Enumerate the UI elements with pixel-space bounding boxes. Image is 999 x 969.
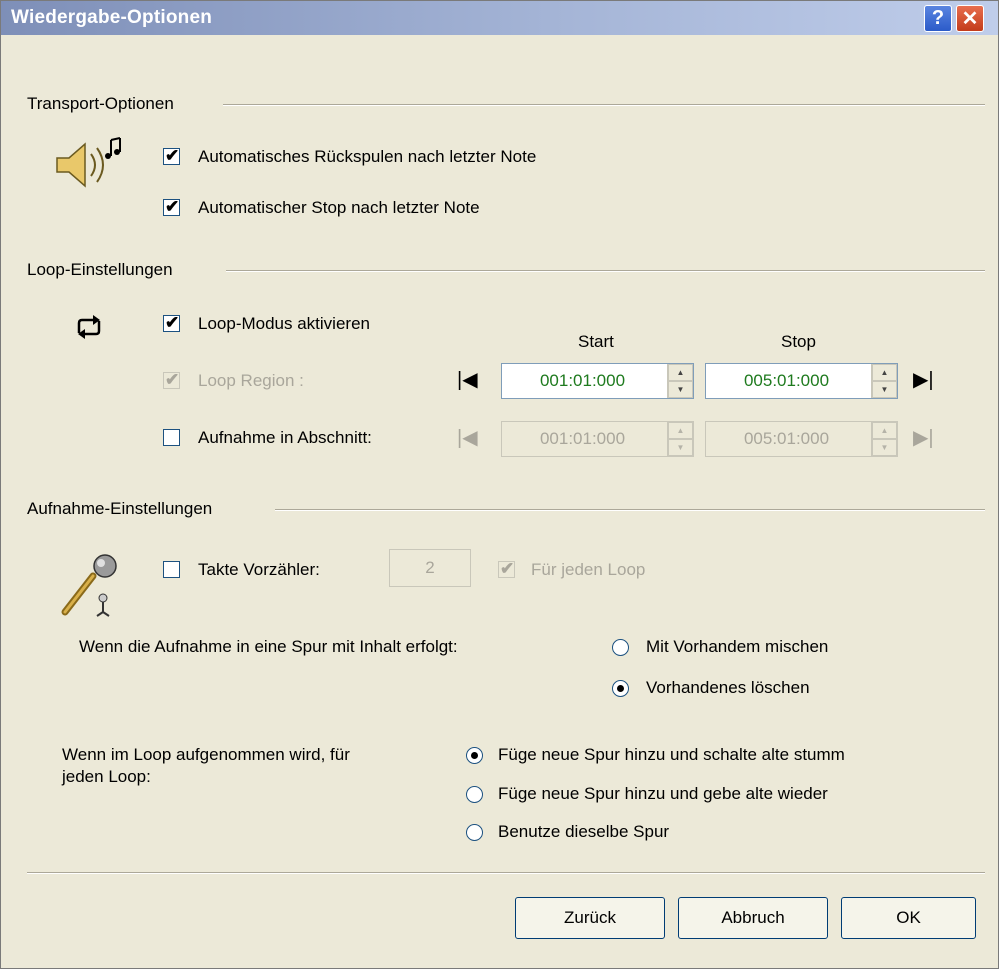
loop-region-start-field[interactable]: 001:01:000 ▲ ▼ (501, 363, 694, 399)
spin-down-icon: ▼ (668, 439, 693, 456)
spin-down-icon: ▼ (872, 439, 897, 456)
count-in-checkbox[interactable] (163, 561, 180, 578)
add-track-mute-radio[interactable] (466, 747, 483, 764)
auto-stop-checkbox[interactable]: ✔ (163, 197, 180, 216)
transport-separator (223, 104, 985, 106)
go-to-start-disabled-icon: |◀ (457, 427, 478, 449)
loop-mode-checkbox[interactable]: ✔ (163, 313, 180, 332)
radio-selected-dot (471, 752, 478, 759)
delete-existing-label: Vorhandenes löschen (646, 678, 810, 697)
cancel-button[interactable]: Abbruch (678, 897, 828, 939)
footer-separator (27, 872, 985, 874)
spin-down-icon[interactable]: ▼ (668, 381, 693, 398)
loop-separator (226, 270, 985, 272)
transport-section-label: Transport-Optionen (27, 94, 174, 113)
microphone-icon (61, 554, 117, 617)
checkmark-icon: ✔ (165, 146, 180, 165)
stop-header: Stop (781, 332, 816, 351)
content-question-label: Wenn die Aufnahme in eine Spur mit Inhal… (79, 637, 458, 656)
each-loop-checkbox: ✔ (498, 559, 515, 578)
add-track-play-radio[interactable] (466, 786, 483, 803)
title-bar[interactable]: Wiedergabe-Optionen ? ✕ (1, 1, 998, 35)
loop-question-line2: jeden Loop: (62, 767, 151, 786)
record-section-checkbox[interactable] (163, 429, 180, 446)
record-section-stop-value: 005:01:000 (743, 429, 830, 448)
merge-existing-label: Mit Vorhandem mischen (646, 637, 829, 656)
ok-button[interactable]: OK (841, 897, 976, 939)
loop-region-start-spinner[interactable]: ▲ ▼ (667, 364, 693, 398)
auto-rewind-checkbox[interactable]: ✔ (163, 146, 180, 165)
loop-section-label: Loop-Einstellungen (27, 260, 173, 279)
auto-stop-label: Automatischer Stop nach letzter Note (198, 198, 480, 217)
delete-existing-radio[interactable] (612, 680, 629, 697)
loop-region-start-value: 001:01:000 (539, 371, 626, 390)
cancel-button-label: Abbruch (721, 908, 785, 927)
back-button-label: Zurück (564, 908, 616, 927)
recording-separator (275, 509, 985, 511)
back-button[interactable]: Zurück (515, 897, 665, 939)
playback-options-dialog: Wiedergabe-Optionen ? ✕ Transport-Option… (0, 0, 999, 969)
help-icon: ? (931, 7, 945, 29)
add-track-play-label: Füge neue Spur hinzu und gebe alte wiede… (498, 784, 828, 803)
count-in-label: Takte Vorzähler: (198, 560, 320, 579)
go-to-end-icon[interactable]: ▶| (913, 367, 934, 392)
radio-selected-dot (617, 685, 624, 692)
same-track-label: Benutze dieselbe Spur (498, 822, 670, 841)
loop-region-checkbox: ✔ (163, 370, 180, 389)
auto-rewind-label: Automatisches Rückspulen nach letzter No… (198, 147, 537, 166)
spin-up-icon: ▲ (668, 422, 693, 439)
go-to-end-disabled-icon: ▶| (913, 427, 934, 449)
spin-up-icon[interactable]: ▲ (872, 364, 897, 381)
record-section-start-field: 001:01:000 ▲ ▼ (501, 421, 694, 457)
window-title: Wiedergabe-Optionen (11, 7, 213, 28)
ok-button-label: OK (896, 908, 921, 927)
loop-icon (77, 315, 101, 339)
merge-existing-radio[interactable] (612, 639, 629, 656)
loop-region-label: Loop Region : (198, 371, 304, 390)
count-in-value: 2 (425, 558, 435, 577)
spin-up-icon[interactable]: ▲ (668, 364, 693, 381)
spin-down-icon[interactable]: ▼ (872, 381, 897, 398)
loop-mode-label: Loop-Modus aktivieren (198, 314, 370, 333)
count-in-field: 2 (389, 549, 471, 587)
record-section-start-spinner: ▲ ▼ (667, 422, 693, 456)
help-button[interactable]: ? (924, 5, 952, 32)
each-loop-label: Für jeden Loop (531, 560, 646, 579)
checkmark-icon: ✔ (165, 197, 180, 216)
loop-region-stop-spinner[interactable]: ▲ ▼ (871, 364, 897, 398)
add-track-mute-label: Füge neue Spur hinzu und schalte alte st… (498, 745, 845, 764)
checkmark-icon: ✔ (165, 370, 180, 389)
spin-up-icon: ▲ (872, 422, 897, 439)
loop-region-stop-field[interactable]: 005:01:000 ▲ ▼ (705, 363, 898, 399)
record-section-start-value: 001:01:000 (539, 429, 626, 448)
record-section-label: Aufnahme in Abschnitt: (198, 428, 372, 447)
record-section-stop-field: 005:01:000 ▲ ▼ (705, 421, 898, 457)
same-track-radio[interactable] (466, 824, 483, 841)
speaker-icon (56, 137, 121, 188)
loop-region-stop-value: 005:01:000 (743, 371, 830, 390)
loop-question-line1: Wenn im Loop aufgenommen wird, für (62, 745, 350, 764)
close-button[interactable]: ✕ (956, 5, 984, 32)
recording-section-label: Aufnahme-Einstellungen (27, 499, 213, 518)
start-header: Start (578, 332, 614, 351)
go-to-start-icon[interactable]: |◀ (457, 367, 478, 392)
checkmark-icon: ✔ (500, 559, 515, 578)
record-section-stop-spinner: ▲ ▼ (871, 422, 897, 456)
close-icon: ✕ (961, 8, 979, 30)
checkmark-icon: ✔ (165, 313, 180, 332)
